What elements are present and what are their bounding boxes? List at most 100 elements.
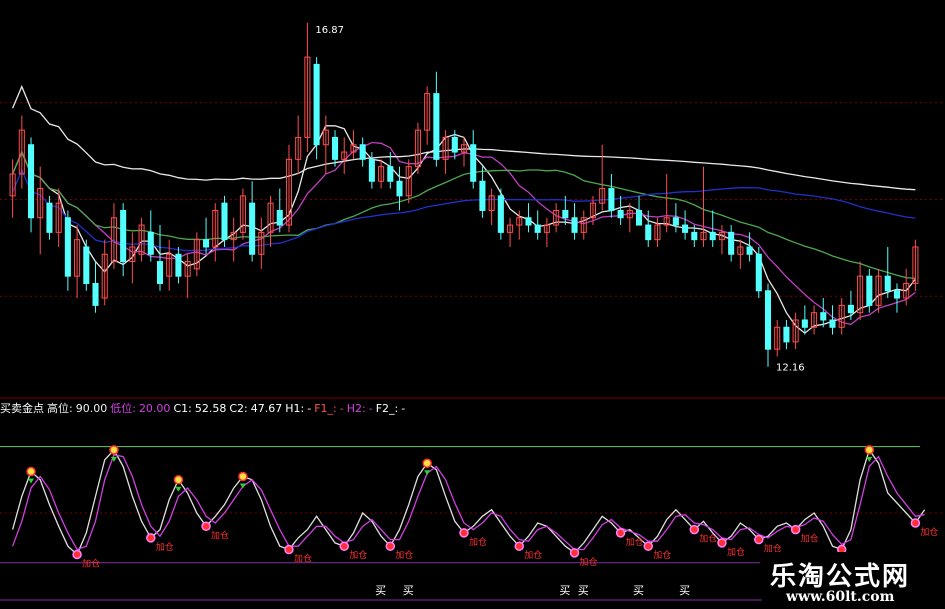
- ma-line-ma30: [12, 150, 916, 280]
- position-label-49: 加仓: [469, 536, 487, 548]
- candle-body-80: [746, 246, 753, 255]
- position-label-7: 加仓: [82, 558, 100, 570]
- position-label-98: 加仓: [920, 526, 938, 538]
- candle-body-48: [451, 136, 458, 153]
- candle-body-12: [120, 209, 127, 263]
- candle-body-65: [608, 188, 615, 211]
- position-label-61: 加仓: [580, 556, 598, 568]
- buy-marker-66: [615, 528, 626, 538]
- watermark-url: www.60lt.com: [786, 589, 895, 605]
- position-label-85: 加仓: [801, 533, 819, 545]
- f1-value: -: [339, 401, 344, 415]
- candle-body-15: [147, 231, 154, 255]
- sell-marker-45: [422, 458, 432, 468]
- stock-chart[interactable]: 加仓加仓加仓加仓加仓加仓加仓加仓加仓加仓加仓加仓加仓加仓加仓加仓加仓买买买买买买…: [0, 0, 945, 609]
- f1-label: F1_:: [314, 401, 337, 415]
- position-label-66: 加仓: [626, 536, 644, 548]
- candle-body-95: [884, 275, 891, 292]
- indicator-name: 买卖金点: [0, 402, 44, 415]
- candle-body-50: [470, 144, 477, 182]
- buy-marker-77: [717, 538, 727, 548]
- indicator-info-bar: 买卖金点 高位: 90.00 低位: 20.00 C1: 52.58 C2: 4…: [0, 401, 406, 416]
- candle-body-72: [672, 217, 679, 226]
- candle-body-46: [433, 93, 440, 160]
- low-label: 低位:: [110, 402, 136, 415]
- down-arrow-93: [866, 456, 873, 462]
- buy-marker-69: [643, 541, 653, 551]
- candle-body-78: [728, 231, 735, 255]
- candle-body-84: [783, 326, 790, 343]
- position-label-15: 加仓: [156, 541, 174, 553]
- candle-body-68: [635, 209, 643, 226]
- high-value: 90.00: [75, 401, 108, 415]
- buy-marker-55: [514, 541, 525, 551]
- buy-marker-21: [201, 521, 211, 532]
- candle-body-82: [764, 290, 772, 350]
- candle-body-4: [46, 202, 53, 233]
- buy-marker-49: [459, 528, 469, 538]
- candle-body-51: [479, 180, 486, 211]
- position-label-77: 加仓: [727, 546, 745, 558]
- candle-body-53: [497, 195, 504, 233]
- buy-marker-85: [790, 524, 801, 535]
- sell-marker-18: [173, 475, 184, 485]
- f2-label: F2_:: [375, 401, 399, 415]
- candle-body-86: [801, 319, 808, 328]
- buy-signal-text-5: 买: [679, 584, 690, 597]
- buy-marker-15: [146, 533, 156, 543]
- candle-body-74: [691, 231, 698, 241]
- h1-value: -: [307, 401, 312, 415]
- price-low-label: 12.16: [776, 363, 805, 374]
- candle-body-42: [396, 180, 403, 197]
- h2-value: -: [368, 401, 373, 415]
- position-label-41: 加仓: [395, 549, 413, 561]
- position-label-69: 加仓: [653, 549, 671, 561]
- position-label-36: 加仓: [349, 549, 367, 561]
- candle-body-39: [368, 158, 375, 182]
- candle-body-2: [27, 144, 35, 219]
- candle-body-8: [83, 246, 90, 284]
- buy-signal-text-4: 买: [633, 584, 644, 597]
- candle-body-66: [617, 209, 624, 219]
- f2-value: -: [401, 401, 406, 415]
- candle-body-38: [359, 144, 366, 160]
- buy-marker-30: [284, 544, 294, 555]
- sell-marker-93: [864, 445, 875, 455]
- candle-body-23: [221, 202, 228, 241]
- buy-marker-36: [339, 541, 349, 551]
- h1-label: H1:: [285, 401, 305, 415]
- candle-body-56: [525, 217, 532, 226]
- c1-label: C1:: [173, 401, 192, 415]
- candle-body-57: [534, 224, 541, 233]
- sell-marker-2: [26, 466, 36, 477]
- candle-body-93: [866, 275, 873, 306]
- h2-label: H2:: [346, 401, 366, 415]
- buy-marker-7: [72, 549, 82, 560]
- candle-body-26: [249, 202, 256, 255]
- candle-body-96: [893, 290, 901, 299]
- buy-signal-text-2: 买: [559, 584, 570, 597]
- high-label: 高位:: [47, 402, 73, 415]
- candle-body-73: [682, 224, 689, 233]
- price-high-label: 16.87: [315, 25, 344, 36]
- candle-body-60: [562, 209, 569, 219]
- candle-body-88: [820, 312, 827, 321]
- down-arrow-18: [175, 486, 182, 492]
- candle-body-6: [64, 217, 71, 277]
- moving-average-lines: [11, 84, 916, 334]
- candle-body-29: [276, 209, 283, 226]
- candle-body-91: [847, 304, 854, 314]
- position-label-74: 加仓: [699, 533, 717, 545]
- buy-marker-98: [910, 518, 921, 528]
- buy-marker-74: [689, 524, 700, 535]
- buy-signal-text-0: 买: [375, 584, 386, 597]
- position-label-21: 加仓: [211, 529, 229, 541]
- low-value: 20.00: [138, 401, 171, 415]
- buy-marker-81: [754, 534, 764, 545]
- candle-body-61: [571, 217, 578, 233]
- candle-body-76: [709, 231, 716, 241]
- down-arrow-25: [239, 483, 246, 489]
- candle-body-35: [331, 136, 339, 160]
- position-label-55: 加仓: [524, 549, 542, 561]
- buy-signal-text-3: 买: [578, 584, 589, 597]
